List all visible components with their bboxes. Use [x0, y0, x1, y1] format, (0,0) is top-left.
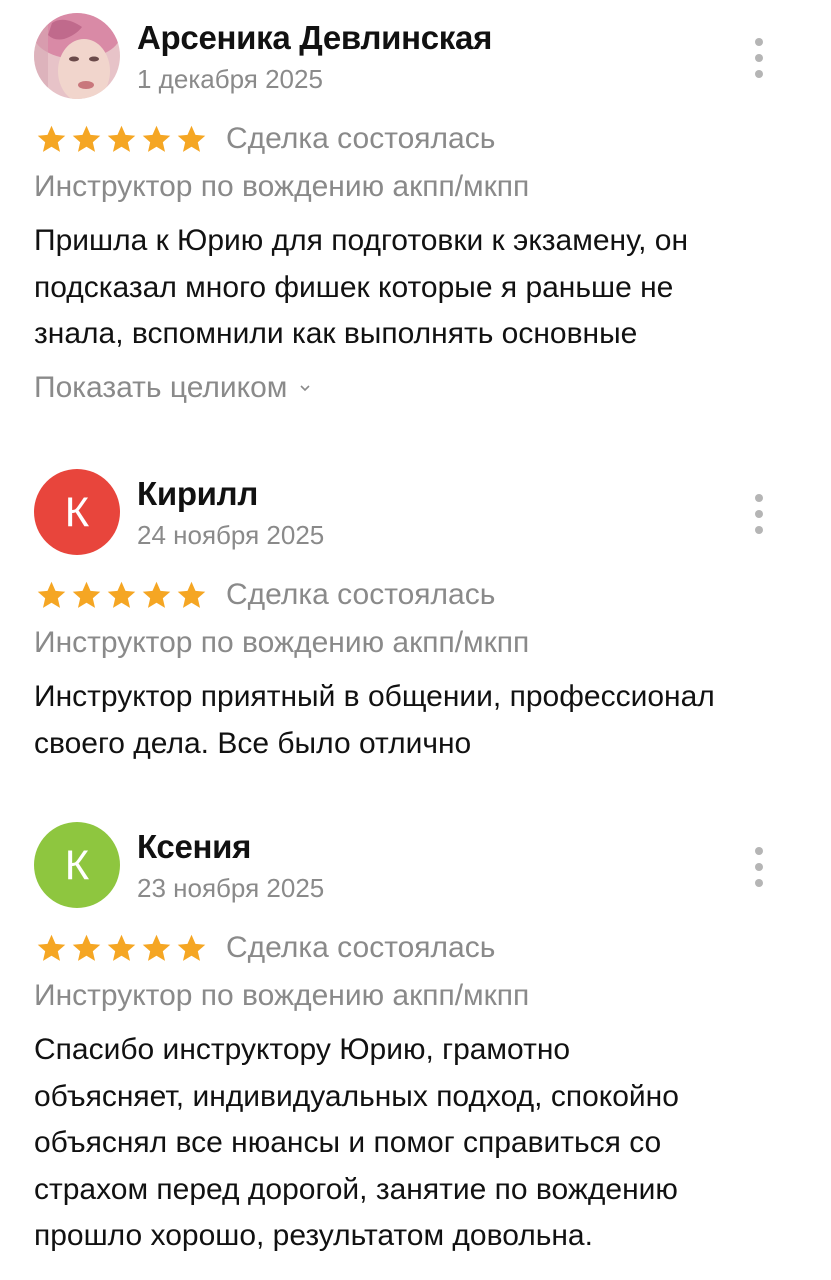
deal-status: Сделка состоялась	[226, 578, 496, 611]
chevron-down-icon	[300, 385, 311, 392]
star-icon	[142, 125, 171, 152]
review-date: 1 декабря 2025	[137, 64, 323, 94]
review-text-line: объясняет, индивидуальных подход, спокой…	[34, 1079, 679, 1113]
review-text-line: подсказал много фишек которые я раньше н…	[34, 270, 674, 304]
author-name: Ксения	[137, 828, 252, 865]
review-text-line: знала, вспомнили как выполнять основные	[34, 317, 638, 350]
star-icon	[107, 125, 136, 152]
review-text: Пришла к Юрию для подготовки к экзамену,…	[34, 218, 804, 358]
review-card: К Ксения 23 ноября 2025 Сделка состоялас…	[0, 809, 831, 1269]
avatar-letter: К	[64, 488, 90, 535]
star-icon	[142, 934, 171, 961]
rating-stars	[34, 577, 209, 613]
star-icon	[107, 934, 136, 961]
star-icon	[72, 581, 101, 608]
star-icon	[72, 934, 101, 961]
star-icon	[177, 125, 206, 152]
review-text-line: Пришла к Юрию для подготовки к экзамену,…	[34, 224, 689, 257]
star-icon	[37, 934, 66, 961]
avatar-photo-icon	[34, 13, 120, 99]
review-date: 24 ноября 2025	[137, 520, 325, 550]
review-text: Спасибо инструктору Юрию, грамотно объяс…	[34, 1027, 804, 1260]
review-text-line: Спасибо инструктору Юрию, грамотно	[34, 1033, 571, 1066]
review-text: Инструктор приятный в общении, профессио…	[34, 674, 804, 767]
review-card: К Кирилл 24 ноября 2025 Сделка состоялас…	[0, 456, 831, 796]
review-card: Арсеника Девлинская 1 декабря 2025 Сделк…	[0, 0, 831, 420]
rating-stars	[34, 121, 209, 157]
more-vertical-icon[interactable]	[748, 847, 770, 887]
star-icon	[37, 581, 66, 608]
service-name: Инструктор по вождению акпп/мкпп	[34, 626, 530, 659]
rating-stars	[34, 930, 209, 966]
more-vertical-icon[interactable]	[748, 38, 770, 78]
star-icon	[142, 581, 171, 608]
star-icon	[107, 581, 136, 608]
avatar[interactable]: К	[34, 822, 120, 908]
review-text-line: прошло хорошо, результатом довольна.	[34, 1219, 593, 1252]
star-icon	[177, 581, 206, 608]
service-name: Инструктор по вождению акпп/мкпп	[34, 979, 530, 1012]
star-icon	[37, 125, 66, 152]
author-name: Кирилл	[137, 475, 258, 512]
review-date: 23 ноября 2025	[137, 873, 325, 903]
review-text-line: Инструктор приятный в общении, профессио…	[34, 680, 715, 713]
review-text-line: своего дела. Все было отлично	[34, 726, 472, 760]
show-more-link[interactable]: Показать целиком	[34, 371, 311, 405]
author-name: Арсеника Девлинская	[137, 19, 493, 56]
deal-status: Сделка состоялась	[226, 931, 496, 964]
star-icon	[177, 934, 206, 961]
service-name: Инструктор по вождению акпп/мкпп	[34, 170, 530, 203]
more-vertical-icon[interactable]	[748, 494, 770, 534]
review-text-line: страхом перед дорогой, занятие по вожден…	[34, 1172, 678, 1206]
review-text-line: объяснял все нюансы и помог справиться с…	[34, 1126, 662, 1159]
show-more-label: Показать целиком	[34, 371, 288, 404]
avatar[interactable]	[34, 13, 120, 99]
avatar[interactable]: К	[34, 469, 120, 555]
avatar-letter: К	[64, 841, 90, 888]
star-icon	[72, 125, 101, 152]
deal-status: Сделка состоялась	[226, 122, 496, 155]
